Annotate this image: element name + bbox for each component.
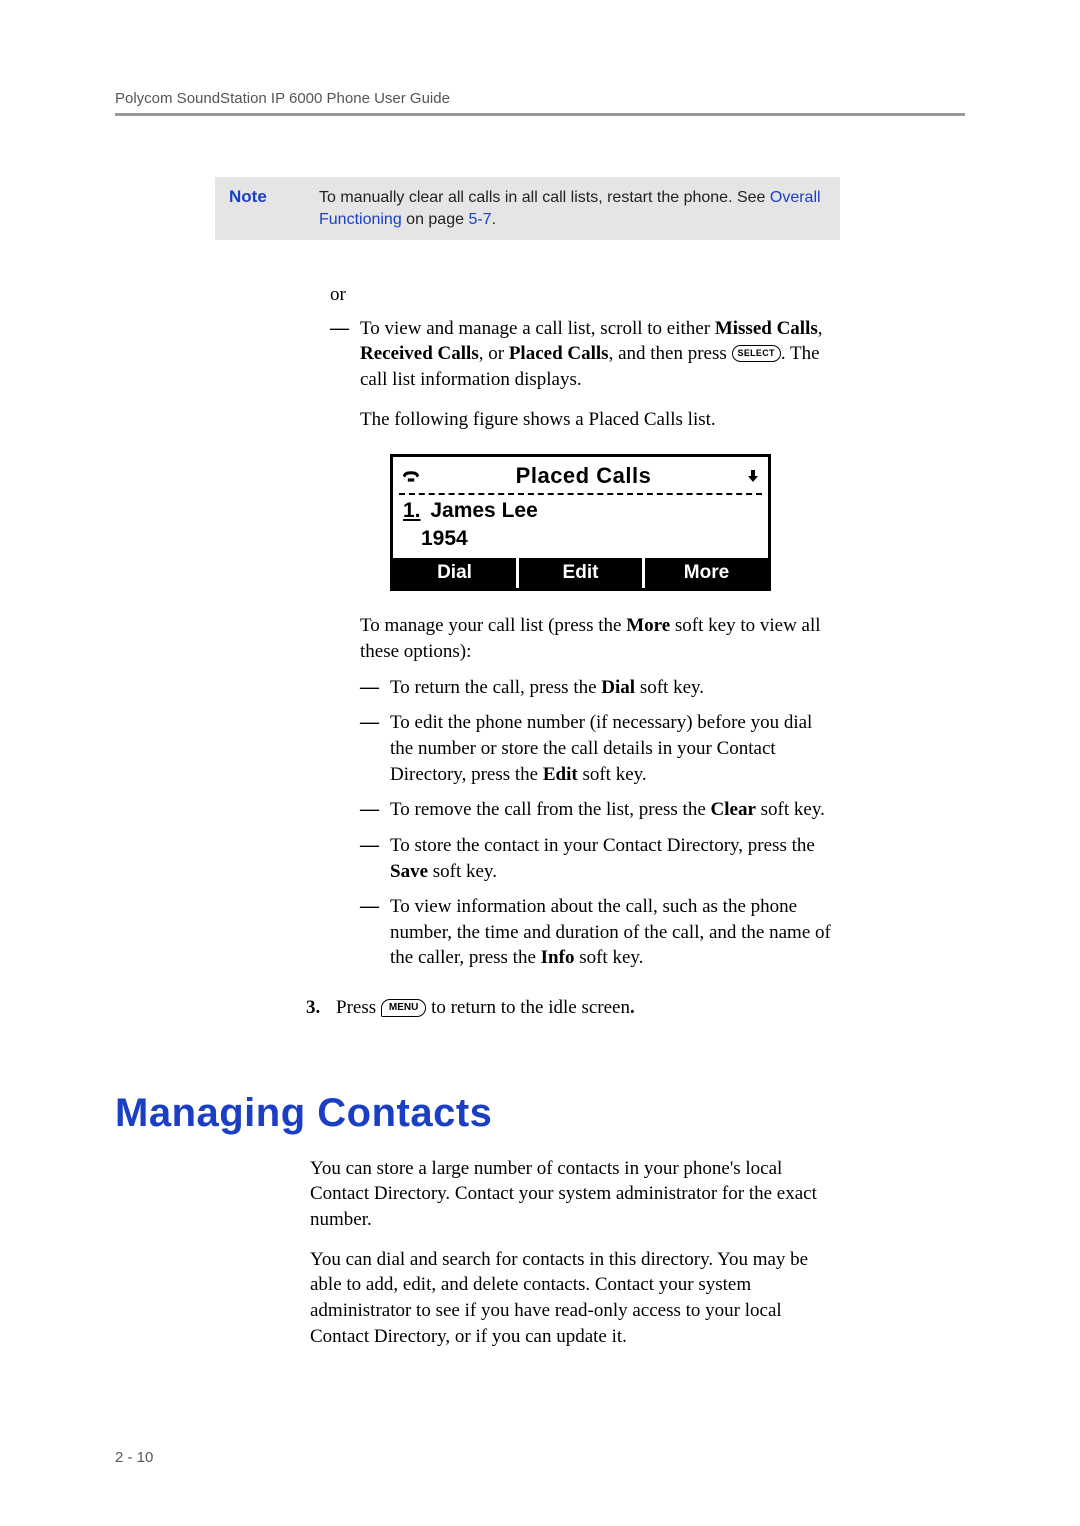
manage-list: — To return the call, press the Dial sof… bbox=[360, 675, 840, 971]
b: Clear bbox=[711, 799, 756, 820]
dash-icon: — bbox=[330, 316, 360, 971]
note-link-page[interactable]: 5-7 bbox=[468, 211, 491, 228]
body-column: or — To view and manage a call list, scr… bbox=[330, 282, 840, 1021]
heading-managing-contacts: Managing Contacts bbox=[115, 1091, 1080, 1136]
or-text: or bbox=[330, 282, 840, 308]
figure-intro: The following figure shows a Placed Call… bbox=[360, 407, 840, 433]
phone-screen-figure: Placed Calls 1. James Lee 1954 bbox=[390, 454, 771, 591]
t2: , bbox=[818, 318, 823, 339]
note-text: To manually clear all calls in all call … bbox=[319, 187, 826, 230]
softkey-more: More bbox=[645, 558, 768, 589]
dash-icon: — bbox=[360, 675, 390, 701]
step-3: 3. Press MENU to return to the idle scre… bbox=[330, 995, 840, 1021]
li-text: To edit the phone number (if necessary) … bbox=[390, 710, 840, 787]
step-text: Press MENU to return to the idle screen. bbox=[336, 995, 635, 1021]
entry-name: James Lee bbox=[425, 499, 538, 522]
call-entry: 1. James Lee 1954 bbox=[393, 495, 768, 558]
b: Info bbox=[541, 947, 575, 968]
note-callout: Note To manually clear all calls in all … bbox=[215, 177, 840, 240]
t4: , and then press bbox=[609, 343, 732, 364]
manage-intro: To manage your call list (press the More… bbox=[360, 613, 840, 664]
note-text-2: on page bbox=[402, 211, 469, 228]
note-text-3: . bbox=[492, 211, 496, 228]
softkey-edit: Edit bbox=[519, 558, 645, 589]
b: Dial bbox=[601, 677, 635, 698]
p1: To remove the call from the list, press … bbox=[390, 799, 711, 820]
dash-icon: — bbox=[360, 710, 390, 787]
header-rule bbox=[115, 113, 965, 116]
softkey-dial: Dial bbox=[393, 558, 519, 589]
p1: To store the contact in your Contact Dir… bbox=[390, 835, 815, 856]
p2: soft key. bbox=[578, 764, 647, 785]
list-item: — To return the call, press the Dial sof… bbox=[360, 675, 840, 701]
note-label: Note bbox=[229, 187, 319, 230]
entry-name-row: 1. James Lee bbox=[403, 497, 758, 525]
select-key-icon: SELECT bbox=[732, 345, 781, 361]
li-text: To view information about the call, such… bbox=[390, 894, 840, 971]
mi1: To manage your call list (press the bbox=[360, 615, 626, 636]
list-item: — To view information about the call, su… bbox=[360, 894, 840, 971]
bullet-view-manage: — To view and manage a call list, scroll… bbox=[330, 316, 840, 971]
down-arrow-icon bbox=[746, 469, 760, 483]
mc-para-1: You can store a large number of contacts… bbox=[310, 1156, 840, 1233]
managing-contacts-body: You can store a large number of contacts… bbox=[310, 1156, 840, 1349]
s3: . bbox=[630, 997, 635, 1018]
p2: soft key. bbox=[756, 799, 825, 820]
menu-key-icon: MENU bbox=[381, 999, 426, 1017]
li-text: To store the contact in your Contact Dir… bbox=[390, 833, 840, 884]
bold-more: More bbox=[626, 615, 670, 636]
list-item: — To edit the phone number (if necessary… bbox=[360, 710, 840, 787]
doc-title: Polycom SoundStation IP 6000 Phone User … bbox=[115, 90, 965, 107]
s1: Press bbox=[336, 997, 381, 1018]
page: Polycom SoundStation IP 6000 Phone User … bbox=[0, 0, 1080, 1526]
dash-icon: — bbox=[360, 894, 390, 971]
entry-number: 1954 bbox=[403, 525, 758, 553]
dash-icon: — bbox=[360, 797, 390, 823]
screen-title: Placed Calls bbox=[421, 461, 746, 491]
s2: to return to the idle screen bbox=[426, 997, 630, 1018]
bold-missed: Missed Calls bbox=[715, 318, 818, 339]
bold-placed: Placed Calls bbox=[509, 343, 609, 364]
note-text-1: To manually clear all calls in all call … bbox=[319, 189, 770, 206]
step-number: 3. bbox=[306, 995, 336, 1021]
mc-para-2: You can dial and search for contacts in … bbox=[310, 1247, 840, 1350]
b: Save bbox=[390, 861, 428, 882]
b: Edit bbox=[543, 764, 578, 785]
bold-received: Received Calls bbox=[360, 343, 479, 364]
li-text: To remove the call from the list, press … bbox=[390, 797, 840, 823]
running-header: Polycom SoundStation IP 6000 Phone User … bbox=[0, 90, 1080, 122]
screen-header-row: Placed Calls bbox=[393, 457, 768, 493]
entry-index: 1. bbox=[403, 499, 421, 522]
list-item: — To remove the call from the list, pres… bbox=[360, 797, 840, 823]
p2: soft key. bbox=[428, 861, 497, 882]
li-text: To return the call, press the Dial soft … bbox=[390, 675, 840, 701]
list-item: — To store the contact in your Contact D… bbox=[360, 833, 840, 884]
page-number: 2 - 10 bbox=[115, 1449, 1080, 1466]
handset-icon bbox=[401, 468, 421, 484]
p2: soft key. bbox=[574, 947, 643, 968]
dash-icon: — bbox=[360, 833, 390, 884]
t1: To view and manage a call list, scroll t… bbox=[360, 318, 715, 339]
p2: soft key. bbox=[635, 677, 704, 698]
bullet-text: To view and manage a call list, scroll t… bbox=[360, 316, 840, 971]
softkey-row: Dial Edit More bbox=[393, 558, 768, 589]
p1: To return the call, press the bbox=[390, 677, 601, 698]
t3: , or bbox=[479, 343, 509, 364]
